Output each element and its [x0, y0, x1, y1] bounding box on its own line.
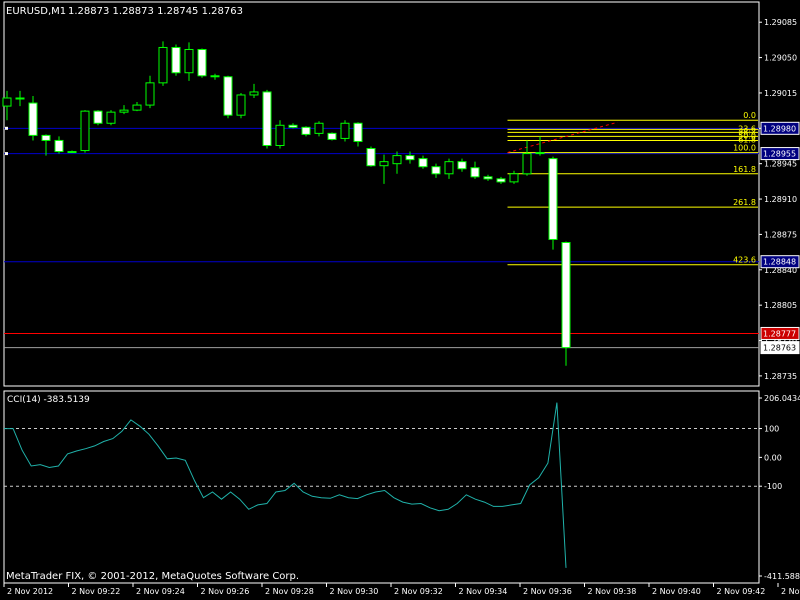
time-tick-label: 2 Nov 09:28	[265, 587, 314, 596]
candle	[548, 158, 558, 240]
price-label: 1.28777	[763, 329, 796, 338]
candle	[431, 166, 441, 175]
candle	[2, 97, 12, 107]
fib-level-label: 0.0	[743, 111, 756, 120]
cci-tick-label: 100	[764, 425, 779, 434]
candle	[522, 153, 532, 175]
candle	[314, 122, 324, 134]
time-tick-label: 2 Nov 2012	[7, 587, 53, 596]
copyright-label: MetaTrader FIX, © 2001-2012, MetaQuotes …	[6, 571, 299, 582]
candle	[28, 102, 38, 136]
price-tick-label: 1.29085	[764, 18, 797, 27]
price-tick-label: 1.28805	[764, 301, 797, 310]
candle	[405, 155, 415, 161]
candle	[54, 139, 64, 153]
candle	[223, 76, 233, 116]
time-tick-label: 2 Nov 09:24	[136, 587, 185, 596]
fib-level-label: 161.8	[733, 165, 756, 174]
candle	[171, 46, 181, 74]
time-tick-label: 2 Nov 09:22	[72, 587, 121, 596]
time-tick-label: 2 Nov 09:30	[330, 587, 379, 596]
candle	[418, 158, 428, 168]
price-tick-label: 1.29050	[764, 54, 797, 63]
time-tick-label: 2 Nov 09:32	[394, 587, 443, 596]
fib-level-label: 423.6	[733, 256, 756, 265]
fib-level-label: 100.0	[733, 144, 756, 153]
candle	[470, 167, 480, 178]
candle	[288, 124, 298, 128]
price-label: 1.28980	[763, 124, 796, 133]
cci-pane-frame	[3, 390, 760, 584]
cci-tick-label: 206.0434	[764, 394, 800, 403]
price-tick-label: 1.29015	[764, 89, 797, 98]
candle	[15, 97, 25, 100]
candle	[340, 122, 350, 139]
symbol-label: EURUSD,M1	[6, 6, 66, 17]
candle	[275, 124, 285, 146]
price-label: 1.28763	[763, 344, 796, 353]
cci-line	[4, 402, 567, 568]
candle	[41, 134, 51, 141]
cci-title: CCI(14) -383.5139	[7, 395, 90, 405]
cci-tick-label: 0.00	[764, 453, 782, 462]
candle	[184, 48, 194, 74]
candle	[132, 104, 142, 111]
price-tick-label: 1.28910	[764, 195, 797, 204]
time-tick-label: 2 Nov 09:34	[459, 587, 508, 596]
candle	[106, 111, 116, 124]
time-axis: 2 Nov 2012 2 Nov 09:22 2 Nov 09:24 2 Nov 09…	[3, 583, 800, 596]
candle	[93, 110, 103, 124]
ohlc-label: 1.28873 1.28873 1.28745 1.28763	[68, 6, 243, 17]
fib-level-label: 261.8	[733, 198, 756, 207]
cci-indicator-pane[interactable]: CCI(14) -383.5139 206.0434 100 0.00 -100 -411…	[3, 390, 800, 584]
candle	[80, 110, 90, 152]
price-tick-label: 1.28875	[764, 230, 797, 239]
line-handle	[5, 152, 8, 156]
candle	[509, 173, 519, 183]
time-tick-label: 2 Nov 09:38	[588, 587, 637, 596]
candle	[327, 132, 337, 140]
candle	[457, 161, 467, 170]
candle	[353, 122, 363, 142]
time-tick-label: 2 Nov 09:40	[652, 587, 701, 596]
time-tick-label: 2 Nov 09:36	[523, 587, 572, 596]
price-tick-label: 1.28945	[764, 160, 797, 169]
price-pane-frame	[3, 1, 760, 387]
candle	[444, 161, 454, 175]
candle	[67, 151, 77, 154]
candle	[145, 82, 155, 106]
candle	[561, 242, 571, 349]
price-pane[interactable]: 0.023.638.250.061.8100.0161.8261.8423.61…	[2, 1, 800, 387]
price-label: 1.28955	[763, 150, 796, 159]
candle	[392, 155, 402, 165]
candle	[535, 152, 545, 155]
cci-tick-label: -411.588	[764, 572, 800, 581]
candle	[301, 126, 311, 135]
candle	[210, 75, 220, 78]
time-tick-label: 2 Nov 09:26	[201, 587, 250, 596]
line-handle	[5, 126, 8, 130]
time-tick-label: 2 Nov 09:42	[717, 587, 766, 596]
candle	[249, 91, 259, 96]
candle	[379, 161, 389, 167]
candle	[119, 109, 129, 113]
candle	[197, 48, 207, 77]
candle	[496, 178, 506, 183]
candle	[366, 148, 376, 167]
chart-canvas: 0.023.638.250.061.8100.0161.8261.8423.61…	[2, 1, 800, 596]
fib-trend-line	[507, 121, 618, 154]
price-tick-label: 1.28735	[764, 372, 797, 381]
cci-tick-label: -100	[764, 482, 782, 491]
price-label: 1.28848	[763, 258, 796, 267]
candle	[158, 46, 168, 84]
candle	[262, 91, 272, 146]
candle	[483, 176, 493, 180]
time-tick-label: 2 Nov 09:44	[781, 587, 800, 596]
candle	[236, 94, 246, 116]
